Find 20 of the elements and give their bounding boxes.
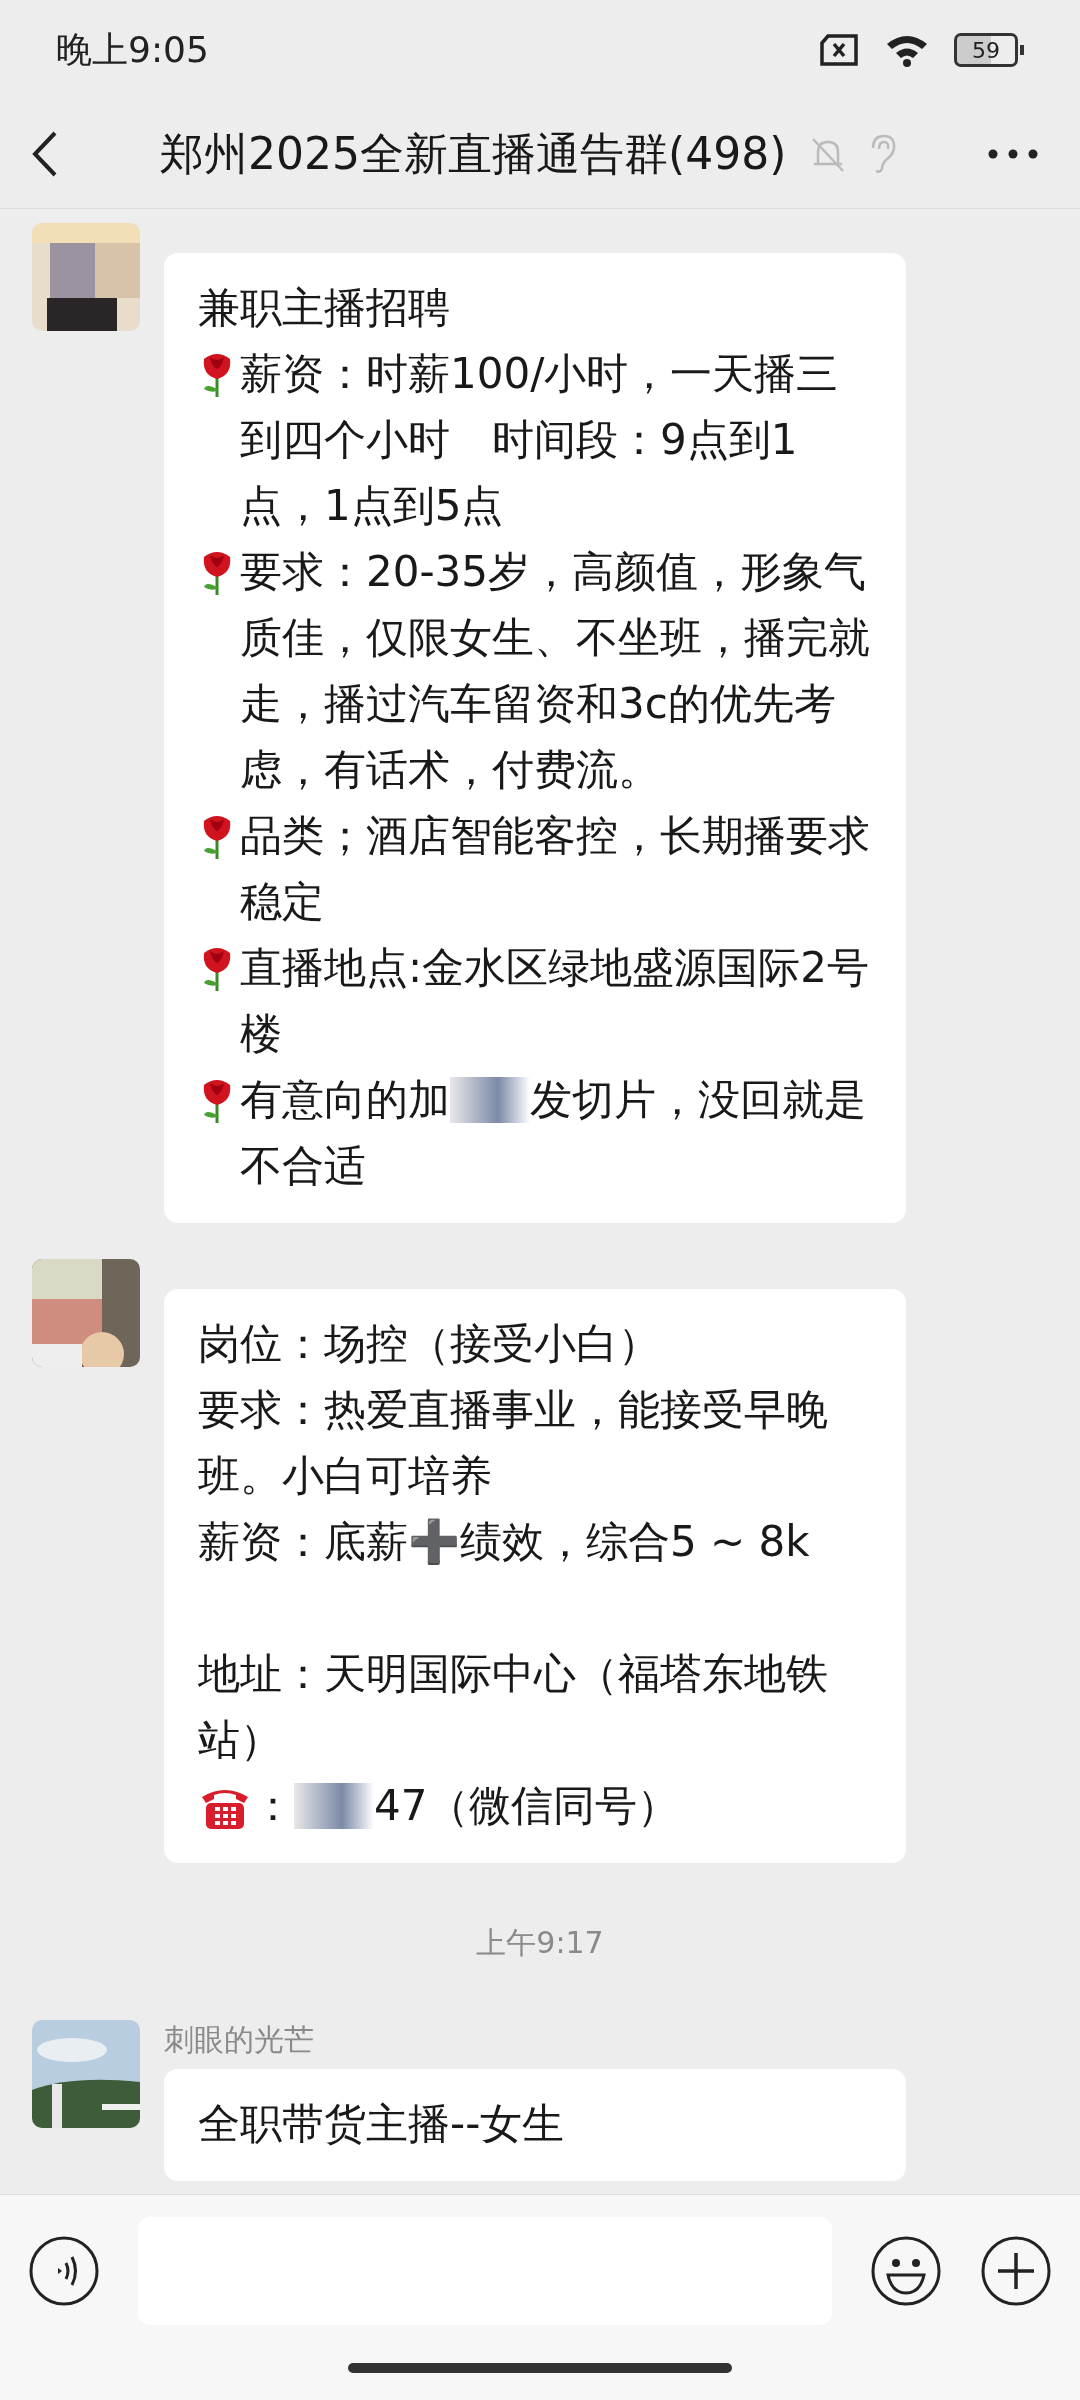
message-text: 不合适 xyxy=(240,1140,366,1192)
message-text: 全职带货主播--女生 xyxy=(198,2098,565,2150)
message-text: 有意向的加 xyxy=(240,1074,450,1126)
message-text: 兼职主播招聘 xyxy=(198,282,450,334)
battery-indicator: 59 xyxy=(954,33,1024,67)
message-text: 地址：天明国际中心（福塔东地铁站） xyxy=(198,1648,829,1766)
chat-title: 郑州2025全新直播通告群(498) xyxy=(160,126,787,181)
message-text: 岗位：场控（接受小白） xyxy=(198,1318,660,1370)
sender-name: 刺眼的光芒 xyxy=(164,2021,315,2059)
timestamp: 上午9:17 xyxy=(476,1924,604,1962)
message-text: 发切片，没回就是 xyxy=(530,1074,866,1126)
message-text: 直播地点:金水区绿地盛源国际2号楼 xyxy=(240,942,870,1060)
status-time: 晚上9:05 xyxy=(56,27,209,72)
message-text: 47（微信同号） xyxy=(374,1780,680,1832)
message-text: 要求：20-35岁，高颜值，形象气质佳，仅限女生、不坐班，播完就走，播过汽车留资和3c的优先考虑，有话术，付费流。 xyxy=(240,546,871,796)
message-text: 要求：热爱直播事业，能接受早晚班。小白可培养 xyxy=(198,1384,829,1502)
message-text: 薪资：底薪➕绩效，综合5 ~ 8k xyxy=(198,1516,810,1568)
message-text: 品类；酒店智能客控，长期播要求稳定 xyxy=(240,810,871,928)
message-text: ： xyxy=(252,1780,294,1832)
message-text: 薪资：时薪100/小时，一天播三到四个小时 时间段：9点到1点，1点到5点 xyxy=(240,348,840,532)
